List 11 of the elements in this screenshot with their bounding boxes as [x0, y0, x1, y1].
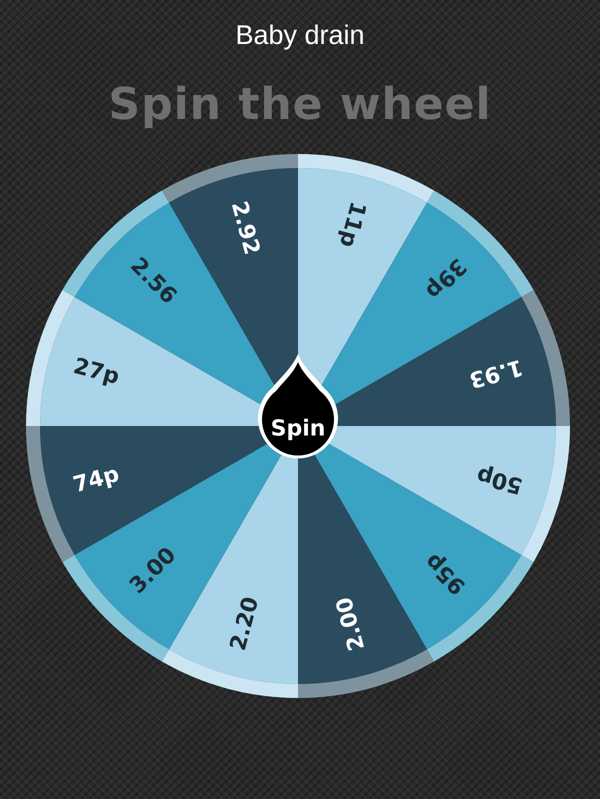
- segment-label: 2.92: [226, 198, 264, 258]
- segment-label: 2.20: [226, 594, 264, 654]
- segment-label: 74p: [70, 462, 122, 498]
- page-title: Baby drain: [235, 20, 365, 51]
- segment-label: 27p: [70, 354, 122, 390]
- spin-button[interactable]: Spin: [258, 354, 338, 458]
- segment-label: 1.93: [466, 354, 526, 392]
- heading: Spin the wheel: [108, 79, 492, 130]
- segment-label: 50p: [474, 462, 526, 498]
- segment-label: 2.00: [332, 594, 370, 654]
- segment-label: 11p: [334, 198, 370, 250]
